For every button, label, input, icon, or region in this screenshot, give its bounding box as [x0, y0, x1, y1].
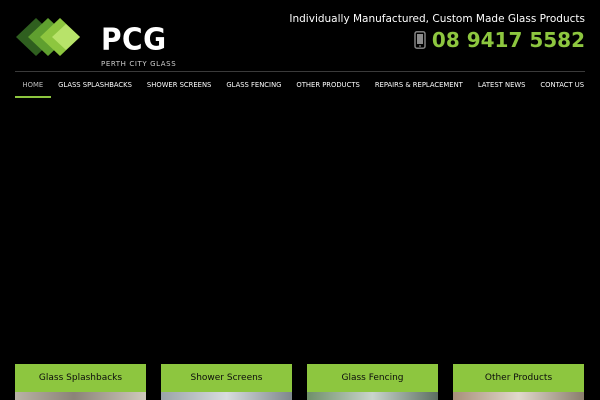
product-card-other-products[interactable]: Other Products: [453, 364, 584, 400]
logo-subtitle: PERTH CITY GLASS: [101, 60, 177, 68]
product-card-glass-splashbacks[interactable]: Glass Splashbacks: [15, 364, 146, 400]
product-card-image[interactable]: [453, 392, 584, 400]
product-card-label[interactable]: Shower Screens: [161, 364, 292, 392]
product-card-shower-screens[interactable]: Shower Screens: [161, 364, 292, 400]
nav-item-shower-screens[interactable]: Shower Screens: [139, 72, 218, 98]
header-phone[interactable]: 08 9417 5582: [413, 28, 585, 52]
product-card-glass-fencing[interactable]: Glass Fencing: [307, 364, 438, 400]
product-card-label[interactable]: Glass Fencing: [307, 364, 438, 392]
site-header: PCG PERTH CITY GLASS Individually Manufa…: [0, 0, 600, 72]
nav-item-contact-us[interactable]: Contact Us: [533, 72, 592, 98]
site-logo[interactable]: PCG PERTH CITY GLASS: [14, 16, 176, 68]
nav-item-home[interactable]: Home: [15, 72, 51, 98]
product-card-label[interactable]: Other Products: [453, 364, 584, 392]
logo-wordmark: PCG: [101, 21, 167, 58]
hero-slider: [0, 99, 600, 364]
nav-item-latest-news[interactable]: Latest News: [470, 72, 533, 98]
nav-item-glass-fencing[interactable]: Glass Fencing: [219, 72, 289, 98]
mobile-phone-icon: [414, 31, 426, 49]
nav-item-repairs-replacement[interactable]: Repairs & Replacement: [367, 72, 470, 98]
header-tagline: Individually Manufactured, Custom Made G…: [289, 13, 585, 25]
phone-number[interactable]: 08 9417 5582: [432, 28, 585, 52]
product-card-image[interactable]: [161, 392, 292, 400]
main-nav: Home Glass Splashbacks Shower Screens Gl…: [15, 72, 585, 98]
stacked-glass-panes-logo: [16, 18, 80, 56]
product-card-label[interactable]: Glass Splashbacks: [15, 364, 146, 392]
product-card-image[interactable]: [15, 392, 146, 400]
product-card-image[interactable]: [307, 392, 438, 400]
nav-item-glass-splashbacks[interactable]: Glass Splashbacks: [51, 72, 140, 98]
product-cards: Glass Splashbacks Shower Screens Glass F…: [15, 364, 585, 400]
nav-item-other-products[interactable]: Other Products: [289, 72, 367, 98]
